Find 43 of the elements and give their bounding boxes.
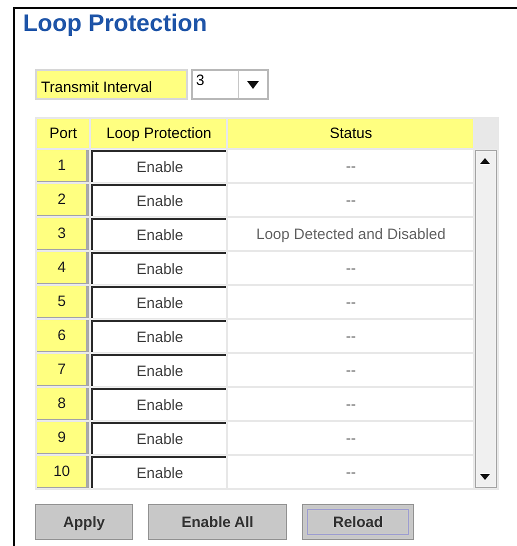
status-cell: -- [228,320,474,352]
mode-dropdown[interactable]: Enable [91,218,226,250]
mode-dropdown[interactable]: Enable [91,286,226,318]
interval-dropdown[interactable]: 3 [191,69,269,100]
status-cell: -- [228,252,474,284]
status-cell: -- [228,388,474,420]
column-header: Loop Protection [91,119,226,148]
action-button[interactable]: Apply [35,504,133,540]
mode-dropdown[interactable]: Enable [91,456,226,488]
port-cell: 10 [37,456,90,488]
port-cell: 4 [37,252,90,284]
mode-dropdown[interactable]: Enable [91,422,226,454]
port-cell: 5 [37,286,90,318]
action-button[interactable]: Enable All [148,504,287,540]
port-cell: 8 [37,388,90,420]
status-cell: -- [228,184,474,216]
scrollbar[interactable] [475,150,497,488]
mode-dropdown[interactable]: Enable [91,252,226,284]
mode-dropdown[interactable]: Enable [91,320,226,352]
port-cell: 2 [37,184,90,216]
action-button[interactable]: Reload [302,504,414,540]
scroll-up-icon[interactable] [480,158,490,164]
port-cell: 7 [37,354,90,386]
port-cell: 6 [37,320,90,352]
column-header: Port [37,119,90,148]
status-cell: -- [228,286,474,318]
status-cell: Loop Detected and Disabled [228,218,474,250]
mode-dropdown[interactable]: Enable [91,354,226,386]
mode-dropdown[interactable]: Enable [91,388,226,420]
page-title: Loop Protection [23,9,208,39]
status-cell: -- [228,354,474,386]
status-cell: -- [228,422,474,454]
field-label: Transmit Interval [35,69,188,100]
caret-icon [246,80,260,90]
mode-dropdown[interactable]: Enable [91,150,226,182]
mode-dropdown[interactable]: Enable [91,184,226,216]
port-cell: 1 [37,150,90,182]
scroll-down-icon[interactable] [480,474,490,480]
status-cell: -- [228,456,474,488]
status-cell: -- [228,150,474,182]
column-header: Status [228,119,474,148]
port-cell: 3 [37,218,90,250]
port-cell: 9 [37,422,90,454]
